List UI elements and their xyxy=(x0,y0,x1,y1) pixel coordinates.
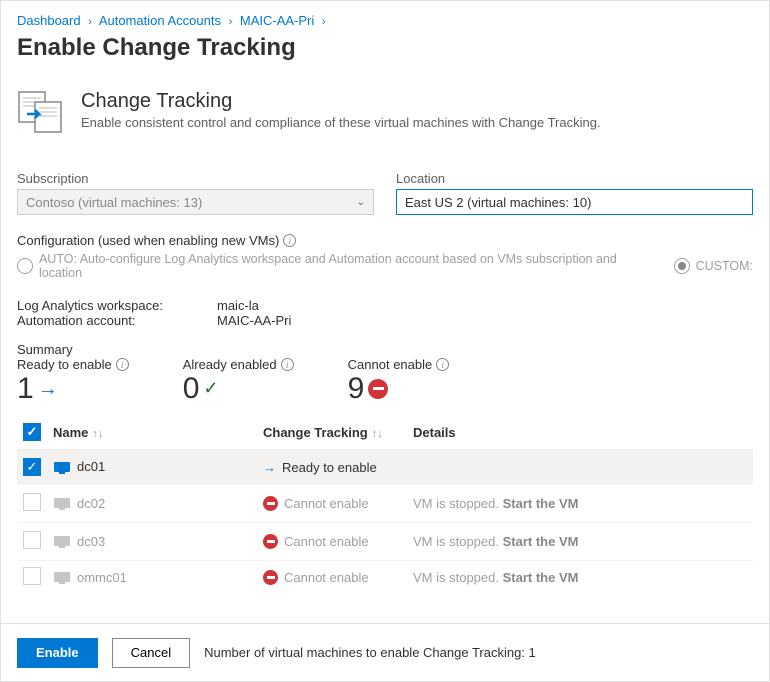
chevron-down-icon: ⌄ xyxy=(357,197,365,208)
log-analytics-label: Log Analytics workspace: xyxy=(17,298,217,313)
footer-status: Number of virtual machines to enable Cha… xyxy=(204,645,536,660)
column-change-tracking[interactable]: Change Tracking↑↓ xyxy=(257,415,407,450)
check-icon: ✓ xyxy=(203,379,218,399)
location-label: Location xyxy=(396,171,753,186)
vm-icon xyxy=(53,571,71,585)
row-checkbox xyxy=(23,493,41,511)
hero-section: Change Tracking Enable consistent contro… xyxy=(17,90,753,137)
status-text: Cannot enable xyxy=(284,570,369,585)
table-row[interactable]: dc01 → Ready to enable xyxy=(17,450,753,485)
row-checkbox[interactable] xyxy=(23,458,41,476)
stop-icon xyxy=(368,379,388,399)
sort-icon: ↑↓ xyxy=(92,428,103,440)
subscription-value: Contoso (virtual machines: 13) xyxy=(26,195,202,210)
status-text: Cannot enable xyxy=(284,496,369,511)
configuration-label: Configuration (used when enabling new VM… xyxy=(17,233,753,248)
details-text: VM is stopped. xyxy=(413,570,499,585)
start-vm-link[interactable]: Start the VM xyxy=(503,534,579,549)
hero-title: Change Tracking xyxy=(81,90,601,113)
status-text: Cannot enable xyxy=(284,534,369,549)
breadcrumb-link[interactable]: MAIC-AA-Pri xyxy=(240,13,314,28)
vm-icon xyxy=(53,535,71,549)
details-text: VM is stopped. xyxy=(413,496,499,511)
log-analytics-value: maic-la xyxy=(217,298,259,313)
select-all-checkbox[interactable] xyxy=(23,423,41,441)
vm-icon xyxy=(53,461,71,475)
summary-ready: Ready to enablei 1→ xyxy=(17,357,129,405)
stop-icon xyxy=(263,496,278,511)
breadcrumb-link[interactable]: Automation Accounts xyxy=(99,13,221,28)
page-title: Enable Change Tracking xyxy=(17,34,753,62)
info-icon[interactable]: i xyxy=(436,358,449,371)
radio-custom[interactable] xyxy=(674,258,690,274)
enable-button[interactable]: Enable xyxy=(17,638,98,668)
arrow-right-icon: → xyxy=(38,378,58,400)
vm-name: ommc01 xyxy=(77,570,127,585)
cancel-button[interactable]: Cancel xyxy=(112,638,190,668)
chevron-right-icon: › xyxy=(229,16,233,28)
location-value: East US 2 (virtual machines: 10) xyxy=(405,195,591,210)
info-icon[interactable]: i xyxy=(283,234,296,247)
info-icon[interactable]: i xyxy=(116,358,129,371)
vm-name: dc02 xyxy=(77,496,105,511)
subscription-label: Subscription xyxy=(17,171,374,186)
row-checkbox xyxy=(23,531,41,549)
stop-icon xyxy=(263,534,278,549)
summary-cannot: Cannot enablei 9 xyxy=(348,357,450,405)
row-checkbox xyxy=(23,567,41,585)
chevron-right-icon: › xyxy=(88,16,92,28)
subscription-select[interactable]: Contoso (virtual machines: 13) ⌄ xyxy=(17,189,374,215)
table-row[interactable]: ommc01 Cannot enable VM is stopped. Star… xyxy=(17,561,753,589)
info-icon[interactable]: i xyxy=(281,358,294,371)
location-select[interactable]: East US 2 (virtual machines: 10) xyxy=(396,189,753,215)
start-vm-link[interactable]: Start the VM xyxy=(503,496,579,511)
start-vm-link[interactable]: Start the VM xyxy=(503,570,579,585)
hero-subtitle: Enable consistent control and compliance… xyxy=(81,115,601,130)
details-text: VM is stopped. xyxy=(413,534,499,549)
change-tracking-icon xyxy=(17,90,65,137)
radio-auto[interactable] xyxy=(17,258,33,274)
summary-already: Already enabledi 0✓ xyxy=(183,357,294,405)
vm-name: dc01 xyxy=(77,459,105,474)
breadcrumb-link[interactable]: Dashboard xyxy=(17,13,81,28)
summary-label: Summary xyxy=(17,342,753,357)
table-row[interactable]: dc02 Cannot enable VM is stopped. Start … xyxy=(17,485,753,523)
radio-custom-label: CUSTOM: xyxy=(696,259,753,273)
stop-icon xyxy=(263,570,278,585)
breadcrumb: Dashboard › Automation Accounts › MAIC-A… xyxy=(17,13,753,28)
column-details: Details xyxy=(407,415,753,450)
automation-account-label: Automation account: xyxy=(17,313,217,328)
automation-account-value: MAIC-AA-Pri xyxy=(217,313,291,328)
table-row[interactable]: dc03 Cannot enable VM is stopped. Start … xyxy=(17,523,753,561)
vm-table: Name↑↓ Change Tracking↑↓ Details dc01 → R… xyxy=(17,415,753,588)
vm-icon xyxy=(53,497,71,511)
footer-bar: Enable Cancel Number of virtual machines… xyxy=(1,623,769,681)
status-text: Ready to enable xyxy=(282,460,377,475)
chevron-right-icon: › xyxy=(322,16,326,28)
vm-name: dc03 xyxy=(77,534,105,549)
arrow-right-icon: → xyxy=(263,460,276,475)
column-name[interactable]: Name↑↓ xyxy=(47,415,257,450)
radio-auto-label: AUTO: Auto-configure Log Analytics works… xyxy=(39,252,662,280)
sort-icon: ↑↓ xyxy=(372,428,383,440)
